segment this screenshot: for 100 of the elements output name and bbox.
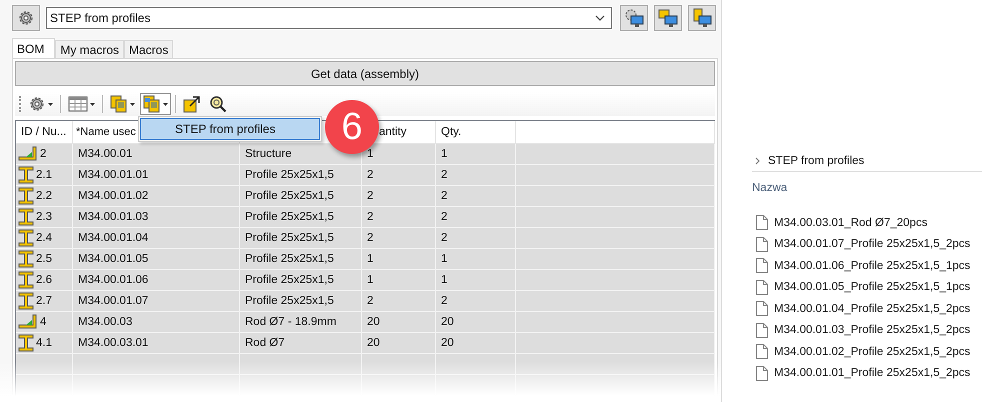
table-cell: Rod Ø7 — [240, 333, 362, 354]
table-cell: M34.00.01 — [73, 144, 240, 165]
gear-icon — [28, 95, 46, 113]
external-link-icon — [183, 95, 201, 113]
file-icon — [756, 236, 768, 252]
table-cell: 2.3 — [36, 211, 52, 223]
caret-icon — [130, 102, 135, 106]
table-cell: 2 — [436, 207, 516, 228]
file-name[interactable]: M34.00.01.05_Profile 25x25x1,5_1pcs — [774, 281, 970, 294]
table-cell: 2.1 — [36, 169, 52, 181]
caret-icon — [90, 102, 95, 106]
tab[interactable]: BOM — [12, 38, 56, 58]
table-cell: 2 — [362, 165, 436, 186]
table-cell: 2.2 — [36, 190, 52, 202]
table-cell: 2 — [436, 186, 516, 207]
table-cell: 1 — [362, 249, 436, 270]
caret-icon — [48, 102, 53, 106]
table-cell: 2 — [362, 228, 436, 249]
file-name[interactable]: M34.00.01.06_Profile 25x25x1,5_1pcs — [774, 260, 970, 272]
table-cell: Profile 25x25x1,5 — [240, 228, 362, 249]
gear-icon — [17, 9, 35, 27]
file-name[interactable]: M34.00.01.02_Profile 25x25x1,5_2pcs — [774, 346, 970, 358]
table-cell: 1 — [436, 144, 516, 165]
table-cell: 20 — [436, 333, 516, 354]
table-cell: M34.00.01.05 — [73, 249, 240, 270]
monitor-gear-button[interactable] — [620, 5, 648, 31]
table-cell: 20 — [436, 312, 516, 333]
monitor-icon — [658, 8, 678, 28]
monitor-icon — [624, 8, 644, 28]
tab[interactable]: Macros — [124, 40, 174, 58]
table-cell: 4.1 — [36, 337, 52, 349]
export-dropdown-button[interactable] — [140, 93, 171, 115]
i-beam-icon — [18, 208, 34, 226]
file-name[interactable]: M34.00.01.04_Profile 25x25x1,5_2pcs — [774, 302, 970, 315]
settings-button[interactable] — [12, 5, 40, 31]
table-cell: M34.00.01.02 — [73, 186, 240, 207]
i-beam-icon — [18, 292, 34, 310]
table-cell: M34.00.01.01 — [73, 165, 240, 186]
table-cell: 2 — [436, 165, 516, 186]
monitor-transfer-button[interactable] — [654, 5, 682, 31]
table-cell: 2.6 — [36, 274, 52, 286]
file-icon — [756, 258, 768, 274]
file-icon — [756, 344, 768, 360]
table-cell: 2 — [362, 291, 436, 312]
table-cell: 2 — [362, 186, 436, 207]
column-header: Qty. — [436, 121, 516, 144]
file-icon — [756, 366, 768, 381]
i-beam-icon — [18, 166, 34, 184]
table-cell: 1 — [436, 270, 516, 291]
table-cell: Profile 25x25x1,5 — [240, 291, 362, 312]
file-name[interactable]: M34.00.03.01_Rod Ø7_20pcs — [774, 216, 928, 229]
file-icon — [756, 322, 768, 338]
documents-icon — [143, 95, 161, 113]
table-cell: M34.00.01.06 — [73, 270, 240, 291]
table-cell: 20 — [362, 312, 436, 333]
file-name[interactable]: M34.00.01.07_Profile 25x25x1,5_2pcs — [774, 238, 970, 250]
table-cell: M34.00.03 — [73, 312, 240, 333]
table-cell: Profile 25x25x1,5 — [240, 249, 362, 270]
table-cell: M34.00.01.03 — [73, 207, 240, 228]
table-cell: M34.00.01.07 — [73, 291, 240, 312]
menu-item[interactable]: STEP from profiles — [140, 118, 320, 140]
i-beam-icon — [18, 334, 34, 352]
i-beam-icon — [18, 250, 34, 268]
monitor-document-button[interactable] — [688, 5, 716, 31]
profile-dropdown[interactable]: STEP from profiles — [46, 7, 612, 29]
file-name[interactable]: M34.00.01.03_Profile 25x25x1,5_2pcs — [774, 324, 970, 336]
table-cell: 2 — [436, 228, 516, 249]
table-cell: Profile 25x25x1,5 — [240, 186, 362, 207]
table-cell: Profile 25x25x1,5 — [240, 207, 362, 228]
caret-icon — [163, 102, 168, 106]
table-cell: Profile 25x25x1,5 — [240, 165, 362, 186]
i-beam-icon — [18, 229, 34, 247]
table-cell: Profile 25x25x1,5 — [240, 270, 362, 291]
table-cell: 2.4 — [36, 232, 52, 244]
chevron-down-icon — [595, 15, 605, 21]
file-name[interactable]: M34.00.01.01_Profile 25x25x1,5_2pcs — [774, 367, 970, 380]
table-cell: M34.00.03.01 — [73, 333, 240, 354]
table-cell: 4 — [40, 316, 46, 328]
get-data-button[interactable]: Get data (assembly) — [15, 61, 715, 86]
chevron-right-icon — [755, 157, 760, 165]
column-header: ID / Nu... — [16, 121, 73, 144]
file-icon — [756, 301, 768, 316]
column-header[interactable]: Nazwa — [752, 182, 982, 200]
breadcrumb[interactable]: STEP from profiles — [768, 155, 864, 167]
i-beam-icon — [18, 187, 34, 205]
angle-icon — [18, 146, 38, 162]
table-cell: 20 — [362, 333, 436, 354]
file-icon — [756, 215, 768, 230]
tab[interactable]: My macros — [55, 40, 124, 58]
documents-icon — [110, 95, 128, 113]
table-cell: Rod Ø7 - 18.9mm — [240, 312, 362, 333]
table-cell: 2.5 — [36, 253, 52, 265]
table-cell: 2.7 — [36, 295, 52, 307]
table-icon — [68, 96, 88, 112]
toolbar-grip — [19, 96, 23, 112]
table-cell: M34.00.01.04 — [73, 228, 240, 249]
table-cell: 1 — [436, 249, 516, 270]
table-cell: 2 — [362, 207, 436, 228]
magnifier-icon — [209, 95, 227, 113]
table-cell: 2 — [40, 148, 46, 160]
